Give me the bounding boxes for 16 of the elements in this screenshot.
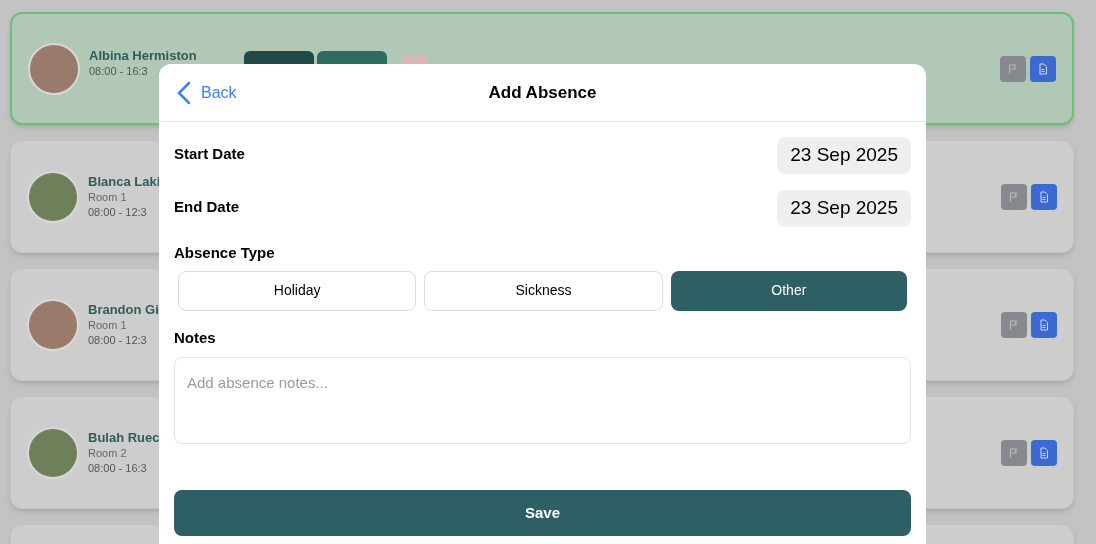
field-label: End Date — [174, 197, 239, 217]
time-range: 08:00 - 16:3 — [88, 461, 148, 476]
field-label: Start Date — [174, 144, 245, 164]
child-name: Blanca Laki — [88, 173, 162, 190]
child-name: Albina Hermiston — [89, 46, 197, 64]
field-label: Absence Type — [174, 243, 276, 263]
dialog-title: Add Absence — [488, 81, 597, 104]
time-range: 08:00 - 12:3 — [88, 333, 148, 348]
room-label: Room 1 — [88, 318, 128, 333]
child-name: Brandon Gi — [88, 301, 160, 318]
child-name: Bulah Ruec — [88, 429, 161, 446]
room-label: Room 1 — [88, 190, 128, 205]
room-label: Room 2 — [88, 446, 128, 461]
time-range: 08:00 - 12:3 — [88, 205, 148, 220]
field-label: Notes — [174, 327, 217, 348]
time-range: 08:00 - 16:3 — [89, 63, 149, 79]
